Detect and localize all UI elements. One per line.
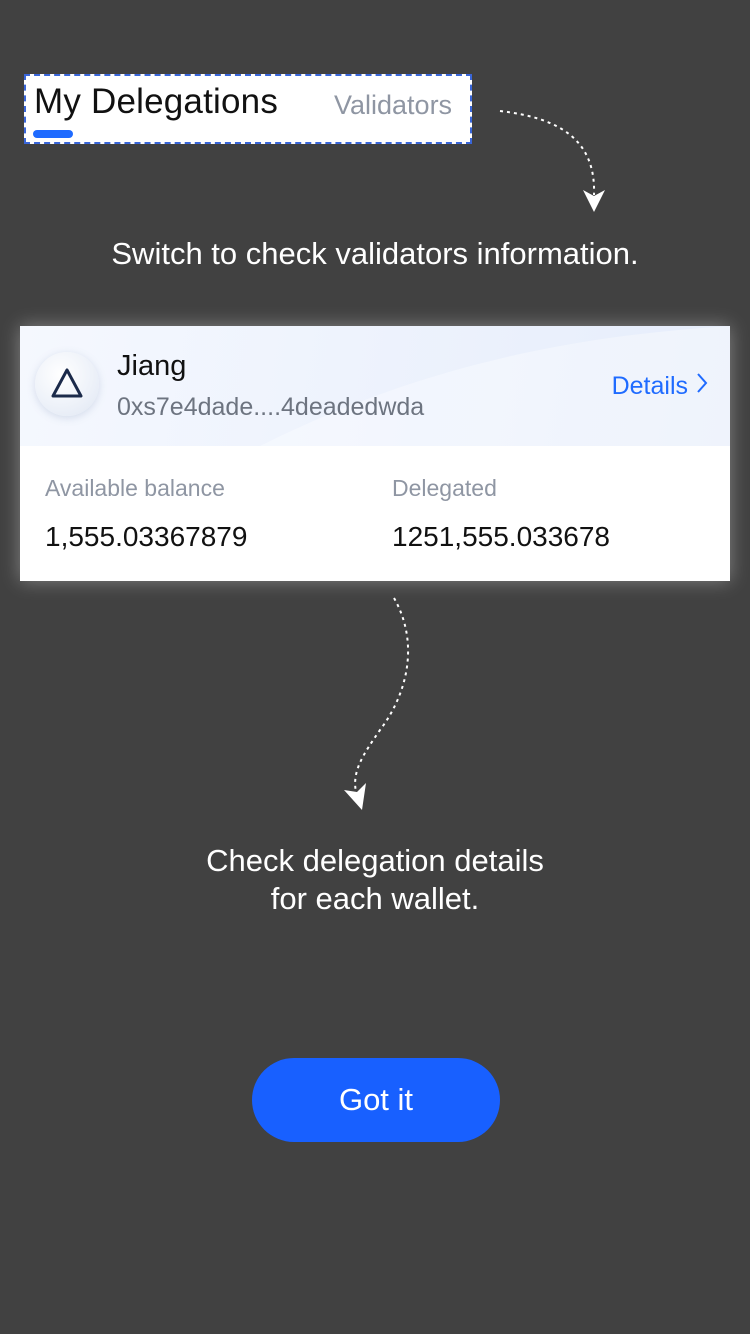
delegation-hint-line2: for each wallet. bbox=[270, 881, 480, 916]
available-balance-label: Available balance bbox=[45, 475, 225, 501]
got-it-button[interactable]: Got it bbox=[252, 1058, 500, 1142]
delegation-hint: Check delegation details for each wallet… bbox=[0, 842, 750, 918]
chevron-right-icon bbox=[688, 372, 708, 401]
delegated-value: 1251,555.033678 bbox=[392, 521, 610, 552]
wallet-address: 0xs7e4dade....4deadedwda bbox=[117, 393, 425, 421]
validators-hint: Switch to check validators information. bbox=[111, 236, 639, 271]
delegation-hint-line1: Check delegation details bbox=[206, 843, 544, 878]
details-link[interactable]: Details bbox=[612, 372, 708, 401]
details-label: Details bbox=[611, 372, 688, 400]
wallet-card: Jiang 0xs7e4dade....4deadedwda Details A… bbox=[20, 326, 730, 581]
top-dashed-arrow-line bbox=[499, 110, 596, 196]
delegated-label: Delegated bbox=[392, 475, 497, 501]
bottom-dashed-arrow-line bbox=[354, 597, 410, 793]
wallet-card-header: Jiang 0xs7e4dade....4deadedwda Details bbox=[20, 326, 730, 446]
wallet-avatar bbox=[35, 352, 99, 416]
available-balance-value: 1,555.03367879 bbox=[45, 521, 248, 552]
wallet-name: Jiang bbox=[117, 350, 187, 382]
